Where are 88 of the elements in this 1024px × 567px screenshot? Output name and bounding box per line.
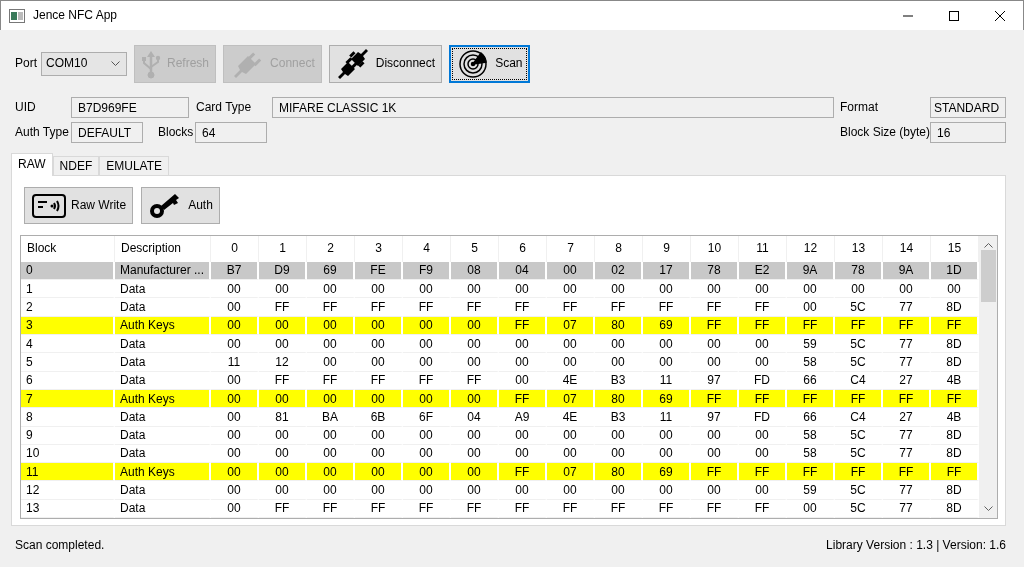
table-cell: 80 (595, 463, 643, 482)
table-cell: Manufacturer ... (115, 261, 211, 281)
table-cell: FF (691, 463, 739, 482)
window-title: Jence NFC App (33, 7, 119, 24)
column-header: 9 (643, 236, 691, 262)
column-header: 12 (787, 236, 835, 262)
field-label: UID (15, 99, 37, 116)
field-label: Format (840, 99, 879, 116)
column-header: 3 (355, 236, 403, 262)
table-cell: FF (931, 463, 979, 482)
table-cell: 78 (835, 261, 883, 281)
column-header: 1 (259, 236, 307, 262)
table-cell: FF (835, 463, 883, 482)
table-cell: 0 (21, 261, 115, 281)
radar-icon (457, 49, 490, 79)
table-cell: 04 (499, 261, 547, 281)
auth-type-field[interactable]: DEFAULT (71, 122, 143, 143)
card-type-field[interactable]: MIFARE CLASSIC 1K (272, 97, 834, 118)
table-cell: 9A (787, 261, 835, 281)
field-label: Auth Type (15, 124, 70, 141)
close-icon (995, 10, 1005, 21)
format-field[interactable]: STANDARD (930, 97, 1006, 118)
tab[interactable]: RAW (11, 153, 53, 176)
column-header: 6 (499, 236, 547, 262)
table-cell: 78 (691, 261, 739, 281)
column-header: 7 (547, 236, 595, 262)
table-cell: 02 (595, 261, 643, 281)
block-size-field[interactable]: 16 (930, 122, 1006, 143)
table-cell: FF (499, 463, 547, 482)
column-header: 2 (307, 236, 355, 262)
field-label: Block Size (byte) (840, 124, 930, 141)
table-cell: FF (739, 463, 787, 482)
column-header: 13 (835, 236, 883, 262)
table-cell: 08 (451, 261, 499, 281)
column-header: 4 (403, 236, 451, 262)
caret-icon (111, 61, 120, 67)
table-cell: 11 (21, 463, 115, 482)
table-cell: B7 (211, 261, 259, 281)
table-cell: 17 (643, 261, 691, 281)
column-header: 10 (691, 236, 739, 262)
tab[interactable]: NDEF (52, 156, 100, 175)
usb-icon (141, 49, 161, 79)
table-cell: FF (787, 463, 835, 482)
table-cell: 00 (259, 463, 307, 482)
scroll-thumb[interactable] (980, 250, 996, 302)
tab[interactable]: EMULATE (99, 156, 170, 175)
table-cell: 00 (307, 463, 355, 482)
scrollbar[interactable] (979, 236, 997, 518)
maximize-icon (949, 10, 959, 21)
table-cell: E2 (739, 261, 787, 281)
column-header: 0 (211, 236, 259, 262)
table-cell: FE (355, 261, 403, 281)
table-cell: 00 (211, 463, 259, 482)
column-header: Description (115, 236, 211, 262)
status-message: Scan completed. (15, 538, 105, 554)
toolbar-button[interactable]: Scan (449, 45, 531, 83)
table-cell: Auth Keys (115, 463, 211, 482)
version-text: Library Version : 1.3 | Version: 1.6 (826, 538, 1006, 554)
table-cell: 1D (931, 261, 979, 281)
table-cell: F9 (403, 261, 451, 281)
port-label: Port (15, 56, 37, 72)
column-header: 11 (739, 236, 787, 262)
column-header: 8 (595, 236, 643, 262)
table-cell: 00 (403, 463, 451, 482)
table-cell: 9A (883, 261, 931, 281)
table-cell: 69 (307, 261, 355, 281)
table-cell: 00 (355, 463, 403, 482)
scroll-up-icon[interactable] (983, 242, 993, 248)
field-label: Card Type (196, 99, 253, 116)
table-cell: 00 (547, 261, 595, 281)
uid-field[interactable]: B7D969FE (71, 97, 189, 118)
column-header: 14 (883, 236, 931, 262)
scroll-down-icon[interactable] (983, 506, 993, 512)
table-cell: FF (883, 463, 931, 482)
app-icon (9, 8, 25, 23)
port-select[interactable]: COM10 (41, 52, 127, 76)
tool-button[interactable]: Raw Write (24, 187, 134, 224)
toolbar-button[interactable]: Disconnect (328, 45, 443, 83)
card-icon (31, 192, 67, 219)
column-header: 5 (451, 236, 499, 262)
tool-button[interactable]: Auth (141, 187, 220, 224)
table-cell: D9 (259, 261, 307, 281)
column-header: Block (21, 236, 115, 262)
table-cell: 07 (547, 463, 595, 482)
table-cell: 69 (643, 463, 691, 482)
blocks-field[interactable]: 64 (195, 122, 267, 143)
field-label: Blocks (158, 124, 195, 141)
table-cell: 00 (451, 463, 499, 482)
